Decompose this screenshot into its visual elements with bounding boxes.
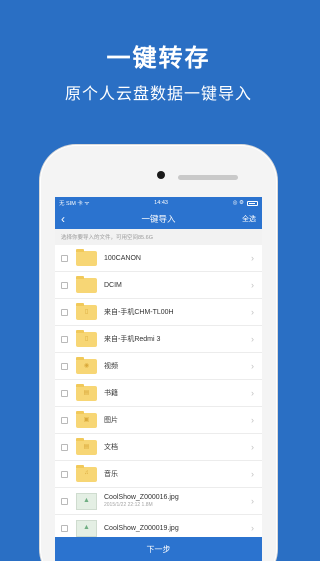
list-item[interactable]: ▤ 文档 › — [55, 434, 262, 461]
chevron-right-icon[interactable]: › — [251, 415, 254, 425]
list-item[interactable]: 100CANON › — [55, 245, 262, 272]
folder-glyph-icon: ▯ — [84, 308, 89, 315]
chevron-right-icon[interactable]: › — [251, 523, 254, 533]
list-item[interactable]: ▯ 来自-手机CHM-TL00H › — [55, 299, 262, 326]
checkbox[interactable] — [61, 308, 68, 316]
item-text: 书籍 — [104, 388, 251, 398]
file-list: 100CANON › DCIM › ▯ 来自-手机CHM-TL00H › ▯ 来自-手机Redm… — [55, 245, 262, 542]
status-right: ◎ ⚙ — [233, 200, 258, 206]
chevron-right-icon[interactable]: › — [251, 469, 254, 479]
checkbox[interactable] — [61, 335, 68, 343]
item-text: 来自-手机CHM-TL00H — [104, 307, 251, 317]
chevron-right-icon[interactable]: › — [251, 253, 254, 263]
folder-glyph-icon: ▤ — [83, 389, 90, 396]
item-text: CoolShow_Z000016.jpg 2015/1/22 22:12 1.8M — [104, 494, 251, 508]
hero-title: 一键转存 — [106, 45, 211, 72]
chevron-right-icon[interactable]: › — [251, 388, 254, 398]
checkbox[interactable] — [61, 524, 68, 532]
folder-icon: ◉ — [76, 356, 97, 374]
checkbox[interactable] — [61, 443, 68, 451]
select-all-button[interactable]: 全选 — [242, 214, 256, 224]
speaker-grille — [178, 175, 238, 180]
folder-icon: ▯ — [76, 329, 97, 347]
item-text: 图片 — [104, 415, 251, 425]
item-meta: 2015/1/22 22:12 1.8M — [104, 502, 153, 508]
folder-icon: ▤ — [76, 383, 97, 401]
camera-icon — [157, 171, 165, 179]
chevron-right-icon[interactable]: › — [251, 307, 254, 317]
chevron-right-icon[interactable]: › — [251, 442, 254, 452]
phone-screen: 无 SIM 卡 ᯤ 14:43 ◎ ⚙ ‹ 一键导入 全选 选择你要导入的文件，… — [55, 197, 262, 561]
nav-bar: ‹ 一键导入 全选 — [55, 209, 262, 229]
back-icon[interactable]: ‹ — [61, 212, 81, 226]
folder-icon — [76, 275, 97, 293]
item-name: CoolShow_Z000019.jpg — [104, 524, 179, 532]
list-item[interactable]: ▯ 来自-手机Redmi 3 › — [55, 326, 262, 353]
folder-icon: ▤ — [76, 437, 97, 455]
status-bar: 无 SIM 卡 ᯤ 14:43 ◎ ⚙ — [55, 197, 262, 209]
list-item[interactable]: ▤ 书籍 › — [55, 380, 262, 407]
item-text: 文档 — [104, 442, 251, 452]
list-item[interactable]: ▣ 图片 › — [55, 407, 262, 434]
folder-icon — [76, 248, 97, 266]
chevron-right-icon[interactable]: › — [251, 280, 254, 290]
storage-hint: 选择你要导入的文件，可用空间85.6G — [55, 229, 262, 245]
checkbox[interactable] — [61, 389, 68, 397]
item-name: 100CANON — [104, 254, 141, 262]
item-name: 书籍 — [104, 390, 118, 397]
chevron-right-icon[interactable]: › — [251, 334, 254, 344]
item-name: CoolShow_Z000016.jpg — [104, 494, 179, 501]
checkbox[interactable] — [61, 497, 68, 505]
checkbox[interactable] — [61, 416, 68, 424]
image-thumbnail-icon: ▲ — [76, 519, 97, 537]
folder-glyph-icon: ◉ — [83, 362, 90, 369]
folder-icon: ▣ — [76, 410, 97, 428]
battery-icon — [246, 200, 258, 206]
item-text: 100CANON — [104, 255, 251, 262]
image-glyph-icon: ▲ — [83, 523, 90, 531]
item-text: DCIM — [104, 282, 251, 289]
item-name: 文档 — [104, 444, 118, 451]
page-title: 一键导入 — [141, 214, 176, 224]
list-item[interactable]: ▲ CoolShow_Z000016.jpg 2015/1/22 22:12 1.8… — [55, 488, 262, 515]
item-text: CoolShow_Z000019.jpg — [104, 525, 251, 532]
item-name: 图片 — [104, 417, 118, 424]
list-item[interactable]: ◉ 视频 › — [55, 353, 262, 380]
folder-glyph-icon: ▣ — [83, 416, 90, 423]
chevron-right-icon[interactable]: › — [251, 496, 254, 506]
status-time: 14:43 — [154, 200, 168, 206]
image-glyph-icon: ▲ — [83, 496, 90, 504]
hero-subtitle: 原个人云盘数据一键导入 — [64, 86, 252, 103]
item-name: 来自-手机Redmi 3 — [104, 336, 161, 343]
folder-glyph-icon: ♫ — [84, 469, 89, 476]
chevron-right-icon[interactable]: › — [251, 361, 254, 371]
checkbox[interactable] — [61, 470, 68, 478]
folder-glyph-icon: ▯ — [84, 335, 89, 342]
item-text: 来自-手机Redmi 3 — [104, 334, 251, 344]
item-text: 视频 — [104, 361, 251, 371]
folder-icon: ♫ — [76, 464, 97, 482]
item-name: 来自-手机CHM-TL00H — [104, 309, 174, 316]
item-name: 音乐 — [104, 471, 118, 478]
item-name: 视频 — [104, 363, 118, 370]
item-name: DCIM — [104, 281, 122, 289]
checkbox[interactable] — [61, 281, 68, 289]
carrier-label: 无 SIM 卡 ᯤ — [59, 201, 90, 207]
folder-icon: ▯ — [76, 302, 97, 320]
list-item[interactable]: ♫ 音乐 › — [55, 461, 262, 488]
next-step-button[interactable]: 下一步 — [55, 537, 262, 561]
item-text: 音乐 — [104, 469, 251, 479]
checkbox[interactable] — [61, 362, 68, 370]
status-icons: ◎ ⚙ — [232, 200, 244, 206]
list-item[interactable]: DCIM › — [55, 272, 262, 299]
folder-glyph-icon: ▤ — [83, 443, 90, 450]
image-thumbnail-icon: ▲ — [76, 492, 97, 510]
checkbox[interactable] — [61, 254, 68, 262]
